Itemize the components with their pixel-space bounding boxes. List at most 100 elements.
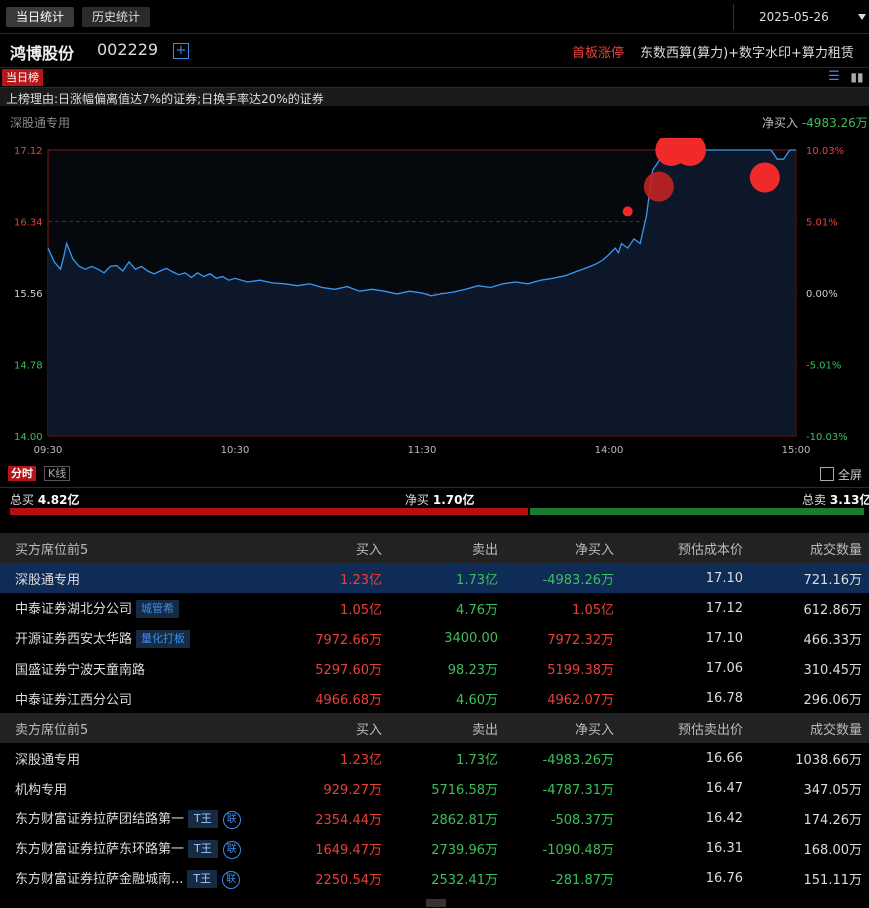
seat-buy: 7972.66万 [315, 632, 382, 648]
seat-net: 7972.32万 [547, 632, 614, 648]
date-select[interactable]: 2025-05-26 [733, 4, 869, 30]
seat-volume: 174.26万 [803, 812, 863, 828]
bar-view-icon[interactable]: ▮▮ [849, 70, 865, 84]
seat-price: 16.78 [705, 690, 743, 706]
seat-name: 中泰证券江西分公司 [15, 692, 133, 708]
table-row[interactable]: 国盛证券宁波天童南路 5297.60万 98.23万 5199.38万 17.0… [0, 653, 869, 683]
seat-name-cell: 东方财富证券拉萨团结路第一 T王联 [0, 803, 300, 833]
fullscreen-label: 全屏 [838, 468, 863, 482]
seat-net: -4983.26万 [542, 752, 614, 768]
table-row[interactable]: 中泰证券湖北分公司 城管希 1.05亿 4.76万 1.05亿 17.12 612… [0, 593, 869, 623]
seat-sell: 5716.58万 [431, 782, 498, 798]
table-row[interactable]: 东方财富证券拉萨团结路第一 T王联 2354.44万 2862.81万 -508.… [0, 803, 869, 833]
seat-net: -4787.31万 [542, 782, 614, 798]
seat-name: 东方财富证券拉萨团结路第一 [15, 811, 185, 827]
y-tick-label: 15.56 [14, 289, 43, 300]
x-tick-label: 09:30 [34, 445, 63, 456]
seat-net: -4983.26万 [498, 563, 614, 593]
seat-name: 国盛证券宁波天童南路 [15, 662, 146, 678]
seat-tag[interactable]: 量化打板 [136, 630, 191, 648]
tab-timeshare[interactable]: 分时 [8, 466, 36, 481]
seat-net: 4962.07万 [547, 692, 614, 708]
table-row[interactable]: 东方财富证券拉萨东环路第一 T王联 1649.47万 2739.96万 -1090… [0, 833, 869, 863]
table-row[interactable]: 深股通专用 1.23亿 1.73亿 -4983.26万 17.10 721.16… [0, 563, 869, 593]
table-row[interactable]: 东方财富证券拉萨金融城南... T王联 2250.54万 2532.41万 -28… [0, 863, 869, 893]
seat-tag[interactable]: T王 [188, 809, 218, 828]
total-sell-label: 总卖 [802, 493, 827, 507]
seat-tag[interactable]: T王 [187, 869, 218, 888]
sell-header-buy[interactable]: 买入 [300, 713, 382, 743]
buy-header-seat: 买方席位前5 [0, 533, 300, 563]
tab-history-stats[interactable]: 历史统计 [82, 7, 151, 27]
seat-tag[interactable]: T王 [188, 839, 218, 858]
seat-buy: 1649.47万 [315, 842, 382, 858]
buy-table-header: 买方席位前5 买入 卖出 净买入 预估成本价 成交数量 [0, 533, 869, 563]
buy-header-sell[interactable]: 卖出 [382, 533, 498, 563]
stock-name: 鸿博股份 [10, 44, 75, 63]
seat-buy: 929.27万 [323, 782, 383, 798]
seat-buy: 5297.60万 [315, 662, 382, 678]
seat-buy: 2354.44万 [315, 812, 382, 828]
seat-name-cell: 开源证券西安太华路 量化打板 [0, 623, 300, 653]
list-view-icon[interactable]: ☰ [826, 70, 842, 84]
fullscreen-button[interactable]: 全屏 [820, 466, 862, 483]
seat-volume: 721.16万 [743, 563, 869, 593]
table-row[interactable]: 开源证券西安太华路 量化打板 7972.66万 3400.00 7972.32万 … [0, 623, 869, 653]
listing-reason-text: 上榜理由:日涨幅偏离值达7%的证券;日换手率达20%的证券 [6, 92, 324, 106]
seat-volume: 310.45万 [803, 662, 863, 678]
buy-header-buy[interactable]: 买入 [300, 533, 382, 563]
seat-net: 1.05亿 [572, 602, 614, 618]
stock-code: 002229 [97, 40, 159, 59]
seat-name-cell: 中泰证券湖北分公司 城管希 [0, 593, 300, 623]
trade-marker [622, 206, 633, 217]
buy-header-volume[interactable]: 成交数量 [743, 533, 869, 563]
seat-sell: 2739.96万 [431, 842, 498, 858]
total-buy-value: 4.82亿 [37, 493, 80, 507]
seat-sell: 2532.41万 [431, 872, 498, 888]
seat-price: 17.06 [705, 660, 743, 676]
chart-seat-label: 深股通专用 [10, 116, 71, 130]
add-watchlist-icon[interactable]: + [173, 43, 189, 59]
top-bar: 当日统计 历史统计 2025-05-26 [0, 0, 869, 34]
sell-header-volume[interactable]: 成交数量 [743, 713, 869, 743]
section-tab-row: 当日榜 ☰ ▮▮ [0, 68, 869, 88]
seat-buy: 1.05亿 [340, 602, 382, 618]
fullscreen-icon [820, 467, 834, 481]
buy-seat-table: 买方席位前5 买入 卖出 净买入 预估成本价 成交数量 深股通专用 1.23亿 … [0, 533, 869, 713]
seat-name: 中泰证券湖北分公司 [15, 602, 133, 617]
seat-net: -508.37万 [550, 812, 614, 828]
y-tick-pct-label: -5.01% [806, 361, 841, 372]
linked-seat-icon[interactable]: 联 [222, 840, 241, 859]
sell-header-price[interactable]: 预估卖出价 [614, 713, 743, 743]
limit-up-tag: 首板涨停 [572, 46, 625, 61]
date-value: 2025-05-26 [759, 10, 829, 24]
sell-table-header: 卖方席位前5 买入 卖出 净买入 预估卖出价 成交数量 [0, 713, 869, 743]
tab-daily-stats[interactable]: 当日统计 [6, 7, 75, 27]
seat-net: -281.87万 [550, 872, 614, 888]
y-tick-label: 17.12 [14, 146, 43, 157]
buy-header-net[interactable]: 净买入 [498, 533, 614, 563]
seat-volume: 466.33万 [803, 632, 863, 648]
linked-seat-icon[interactable]: 联 [222, 810, 241, 829]
table-row[interactable]: 机构专用 929.27万 5716.58万 -4787.31万 16.47 34… [0, 773, 869, 803]
totals-row: 总买 4.82亿 净买 1.70亿 总卖 3.13亿 [0, 487, 869, 508]
trade-marker [749, 162, 780, 193]
tab-kline[interactable]: K线 [44, 466, 71, 481]
table-row[interactable]: 中泰证券江西分公司 4966.68万 4.60万 4962.07万 16.78 … [0, 683, 869, 713]
seat-sell: 98.23万 [447, 662, 498, 678]
total-buy: 总买 4.82亿 [10, 491, 79, 508]
sell-header-sell[interactable]: 卖出 [382, 713, 498, 743]
buy-header-price[interactable]: 预估成本价 [614, 533, 743, 563]
sell-ratio-bar [530, 508, 864, 515]
table-row[interactable]: 深股通专用 1.23亿 1.73亿 -4983.26万 16.66 1038.6… [0, 743, 869, 773]
scroll-handle[interactable] [426, 899, 446, 907]
intraday-chart[interactable]: 17.12 10.03% 16.34 5.01% 15.56 0.00% 14.78 -5.0… [0, 138, 869, 460]
tab-daily-list[interactable]: 当日榜 [2, 69, 43, 86]
seat-sell: 2862.81万 [431, 812, 498, 828]
seat-volume: 168.00万 [803, 842, 863, 858]
linked-seat-icon[interactable]: 联 [222, 870, 241, 889]
trade-marker [643, 171, 674, 202]
chart-controls: 分时 K线 全屏 [0, 463, 869, 485]
seat-tag[interactable]: 城管希 [136, 600, 180, 618]
sell-header-net[interactable]: 净买入 [498, 713, 614, 743]
